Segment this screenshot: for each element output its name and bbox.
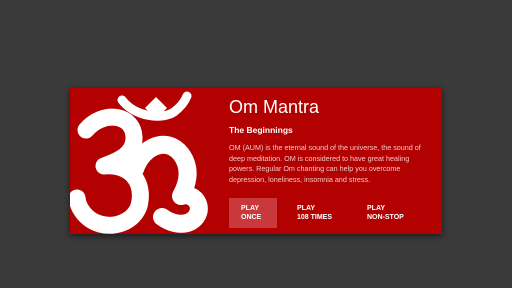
- card-content: Om Mantra The Beginnings OM (AUM) is the…: [229, 96, 435, 185]
- card-title: Om Mantra: [229, 97, 320, 117]
- om-symbol-icon: [70, 88, 218, 234]
- om-mantra-card: Om Mantra The Beginnings OM (AUM) is the…: [70, 88, 442, 234]
- play-non-stop-button[interactable]: PLAY NON-STOP: [367, 198, 425, 228]
- play-108-label-line2: 108 TIMES: [297, 214, 333, 221]
- play-once-label-line1: PLAY: [241, 205, 260, 212]
- card-description: OM (AUM) is the eternal sound of the uni…: [229, 143, 421, 184]
- play-nonstop-label-line1: PLAY: [367, 205, 386, 212]
- playback-actions: PLAY ONCE PLAY 108 TIMES PLAY NON-STOP: [229, 198, 435, 228]
- om-symbol-svg: [70, 91, 208, 234]
- card-subtitle: The Beginnings: [229, 125, 293, 135]
- play-once-button[interactable]: PLAY ONCE: [229, 198, 277, 228]
- app-screen: Om Mantra The Beginnings OM (AUM) is the…: [0, 0, 512, 288]
- play-108-times-button[interactable]: PLAY 108 TIMES: [297, 198, 355, 228]
- play-108-label-line1: PLAY: [297, 205, 316, 212]
- play-once-label-line2: ONCE: [241, 214, 262, 221]
- play-nonstop-label-line2: NON-STOP: [367, 214, 404, 221]
